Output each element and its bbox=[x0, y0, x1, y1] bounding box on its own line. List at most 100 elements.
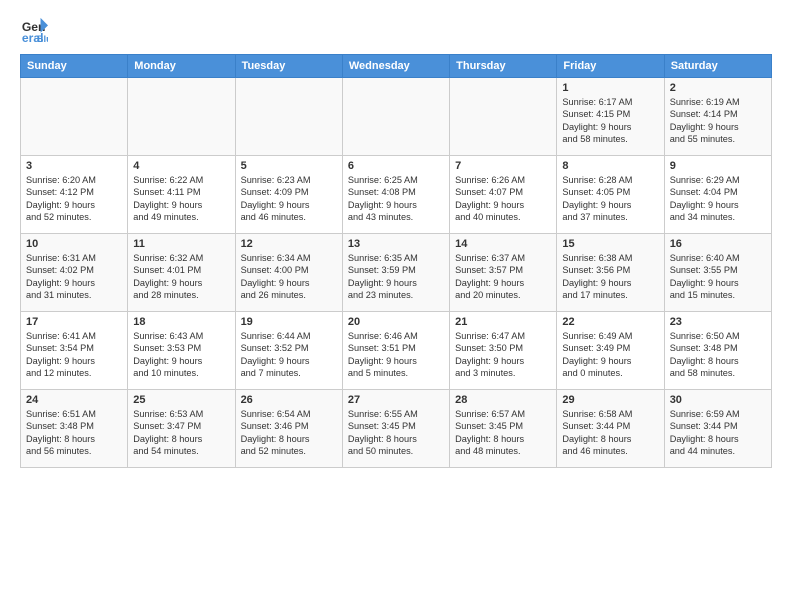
day-number: 8 bbox=[562, 160, 658, 172]
logo-icon: Gen eral Blue bbox=[20, 16, 48, 44]
calendar-cell: 16 Sunrise: 6:40 AM Sunset: 3:55 PM Dayli… bbox=[664, 234, 771, 312]
day-info: Sunrise: 6:19 AM Sunset: 4:14 PM Dayligh… bbox=[670, 96, 766, 146]
day-number: 21 bbox=[455, 316, 551, 328]
day-number: 1 bbox=[562, 82, 658, 94]
calendar-cell: 19Sunrise: 6:44 AM Sunset: 3:52 PM Dayli… bbox=[235, 312, 342, 390]
calendar-cell: 22Sunrise: 6:49 AM Sunset: 3:49 PM Dayli… bbox=[557, 312, 664, 390]
day-number: 14 bbox=[455, 238, 551, 250]
header: Gen eral Blue bbox=[20, 16, 772, 44]
day-number: 29 bbox=[562, 394, 658, 406]
day-info: Sunrise: 6:26 AM Sunset: 4:07 PM Dayligh… bbox=[455, 174, 551, 224]
day-number: 2 bbox=[670, 82, 766, 94]
calendar-cell bbox=[342, 78, 449, 156]
calendar-cell: 10Sunrise: 6:31 AM Sunset: 4:02 PM Dayli… bbox=[21, 234, 128, 312]
day-info: Sunrise: 6:31 AM Sunset: 4:02 PM Dayligh… bbox=[26, 252, 122, 302]
day-info: Sunrise: 6:37 AM Sunset: 3:57 PM Dayligh… bbox=[455, 252, 551, 302]
calendar-cell: 29 Sunrise: 6:58 AM Sunset: 3:44 PM Dayli… bbox=[557, 390, 664, 468]
calendar-cell: 27 Sunrise: 6:55 AM Sunset: 3:45 PM Dayli… bbox=[342, 390, 449, 468]
header-saturday: Saturday bbox=[664, 55, 771, 78]
header-wednesday: Wednesday bbox=[342, 55, 449, 78]
day-info: Sunrise: 6:43 AM Sunset: 3:53 PM Dayligh… bbox=[133, 330, 229, 380]
day-info: Sunrise: 6:55 AM Sunset: 3:45 PM Dayligh… bbox=[348, 408, 444, 458]
day-number: 15 bbox=[562, 238, 658, 250]
day-info: Sunrise: 6:58 AM Sunset: 3:44 PM Dayligh… bbox=[562, 408, 658, 458]
calendar-cell: 2 Sunrise: 6:19 AM Sunset: 4:14 PM Daylig… bbox=[664, 78, 771, 156]
calendar-cell: 24 Sunrise: 6:51 AM Sunset: 3:48 PM Dayli… bbox=[21, 390, 128, 468]
svg-text:Blue: Blue bbox=[37, 34, 48, 44]
day-number: 19 bbox=[241, 316, 337, 328]
header-sunday: Sunday bbox=[21, 55, 128, 78]
calendar-cell: 11 Sunrise: 6:32 AM Sunset: 4:01 PM Dayli… bbox=[128, 234, 235, 312]
day-info: Sunrise: 6:41 AM Sunset: 3:54 PM Dayligh… bbox=[26, 330, 122, 380]
day-number: 25 bbox=[133, 394, 229, 406]
calendar-cell: 13 Sunrise: 6:35 AM Sunset: 3:59 PM Dayli… bbox=[342, 234, 449, 312]
day-number: 5 bbox=[241, 160, 337, 172]
day-info: Sunrise: 6:38 AM Sunset: 3:56 PM Dayligh… bbox=[562, 252, 658, 302]
day-number: 28 bbox=[455, 394, 551, 406]
calendar-cell: 21 Sunrise: 6:47 AM Sunset: 3:50 PM Dayli… bbox=[450, 312, 557, 390]
day-info: Sunrise: 6:29 AM Sunset: 4:04 PM Dayligh… bbox=[670, 174, 766, 224]
day-info: Sunrise: 6:35 AM Sunset: 3:59 PM Dayligh… bbox=[348, 252, 444, 302]
day-info: Sunrise: 6:32 AM Sunset: 4:01 PM Dayligh… bbox=[133, 252, 229, 302]
header-friday: Friday bbox=[557, 55, 664, 78]
calendar-cell: 8 Sunrise: 6:28 AM Sunset: 4:05 PM Daylig… bbox=[557, 156, 664, 234]
day-number: 12 bbox=[241, 238, 337, 250]
calendar-cell: 14 Sunrise: 6:37 AM Sunset: 3:57 PM Dayli… bbox=[450, 234, 557, 312]
day-info: Sunrise: 6:40 AM Sunset: 3:55 PM Dayligh… bbox=[670, 252, 766, 302]
day-number: 24 bbox=[26, 394, 122, 406]
day-info: Sunrise: 6:47 AM Sunset: 3:50 PM Dayligh… bbox=[455, 330, 551, 380]
calendar-cell: 7Sunrise: 6:26 AM Sunset: 4:07 PM Daylig… bbox=[450, 156, 557, 234]
day-info: Sunrise: 6:57 AM Sunset: 3:45 PM Dayligh… bbox=[455, 408, 551, 458]
calendar-cell: 17 Sunrise: 6:41 AM Sunset: 3:54 PM Dayli… bbox=[21, 312, 128, 390]
calendar-cell: 4Sunrise: 6:22 AM Sunset: 4:11 PM Daylig… bbox=[128, 156, 235, 234]
day-number: 6 bbox=[348, 160, 444, 172]
calendar-cell: 28 Sunrise: 6:57 AM Sunset: 3:45 PM Dayli… bbox=[450, 390, 557, 468]
day-info: Sunrise: 6:59 AM Sunset: 3:44 PM Dayligh… bbox=[670, 408, 766, 458]
week-row-4: 24 Sunrise: 6:51 AM Sunset: 3:48 PM Dayli… bbox=[21, 390, 772, 468]
day-info: Sunrise: 6:46 AM Sunset: 3:51 PM Dayligh… bbox=[348, 330, 444, 380]
day-info: Sunrise: 6:50 AM Sunset: 3:48 PM Dayligh… bbox=[670, 330, 766, 380]
day-number: 11 bbox=[133, 238, 229, 250]
calendar-cell: 20 Sunrise: 6:46 AM Sunset: 3:51 PM Dayli… bbox=[342, 312, 449, 390]
day-number: 27 bbox=[348, 394, 444, 406]
calendar-cell: 15 Sunrise: 6:38 AM Sunset: 3:56 PM Dayli… bbox=[557, 234, 664, 312]
calendar-cell bbox=[21, 78, 128, 156]
day-number: 3 bbox=[26, 160, 122, 172]
day-info: Sunrise: 6:22 AM Sunset: 4:11 PM Dayligh… bbox=[133, 174, 229, 224]
calendar-cell: 5 Sunrise: 6:23 AM Sunset: 4:09 PM Daylig… bbox=[235, 156, 342, 234]
calendar-cell: 12 Sunrise: 6:34 AM Sunset: 4:00 PM Dayli… bbox=[235, 234, 342, 312]
day-info: Sunrise: 6:53 AM Sunset: 3:47 PM Dayligh… bbox=[133, 408, 229, 458]
day-number: 17 bbox=[26, 316, 122, 328]
calendar-cell bbox=[128, 78, 235, 156]
calendar-cell: 1 Sunrise: 6:17 AM Sunset: 4:15 PM Daylig… bbox=[557, 78, 664, 156]
day-number: 9 bbox=[670, 160, 766, 172]
header-thursday: Thursday bbox=[450, 55, 557, 78]
day-info: Sunrise: 6:28 AM Sunset: 4:05 PM Dayligh… bbox=[562, 174, 658, 224]
page: Gen eral Blue SundayMondayTuesdayWednesd… bbox=[0, 0, 792, 612]
week-row-3: 17 Sunrise: 6:41 AM Sunset: 3:54 PM Dayli… bbox=[21, 312, 772, 390]
day-info: Sunrise: 6:25 AM Sunset: 4:08 PM Dayligh… bbox=[348, 174, 444, 224]
calendar-cell: 6 Sunrise: 6:25 AM Sunset: 4:08 PM Daylig… bbox=[342, 156, 449, 234]
calendar-table: SundayMondayTuesdayWednesdayThursdayFrid… bbox=[20, 54, 772, 468]
day-number: 20 bbox=[348, 316, 444, 328]
week-row-0: 1 Sunrise: 6:17 AM Sunset: 4:15 PM Daylig… bbox=[21, 78, 772, 156]
day-number: 22 bbox=[562, 316, 658, 328]
day-info: Sunrise: 6:23 AM Sunset: 4:09 PM Dayligh… bbox=[241, 174, 337, 224]
header-monday: Monday bbox=[128, 55, 235, 78]
calendar-cell: 26Sunrise: 6:54 AM Sunset: 3:46 PM Dayli… bbox=[235, 390, 342, 468]
day-info: Sunrise: 6:17 AM Sunset: 4:15 PM Dayligh… bbox=[562, 96, 658, 146]
day-info: Sunrise: 6:34 AM Sunset: 4:00 PM Dayligh… bbox=[241, 252, 337, 302]
day-number: 16 bbox=[670, 238, 766, 250]
calendar-cell: 18 Sunrise: 6:43 AM Sunset: 3:53 PM Dayli… bbox=[128, 312, 235, 390]
calendar-cell: 9 Sunrise: 6:29 AM Sunset: 4:04 PM Daylig… bbox=[664, 156, 771, 234]
day-number: 18 bbox=[133, 316, 229, 328]
day-info: Sunrise: 6:51 AM Sunset: 3:48 PM Dayligh… bbox=[26, 408, 122, 458]
calendar-header-row: SundayMondayTuesdayWednesdayThursdayFrid… bbox=[21, 55, 772, 78]
day-number: 13 bbox=[348, 238, 444, 250]
calendar-cell: 3 Sunrise: 6:20 AM Sunset: 4:12 PM Daylig… bbox=[21, 156, 128, 234]
week-row-2: 10Sunrise: 6:31 AM Sunset: 4:02 PM Dayli… bbox=[21, 234, 772, 312]
day-number: 23 bbox=[670, 316, 766, 328]
calendar-cell: 25 Sunrise: 6:53 AM Sunset: 3:47 PM Dayli… bbox=[128, 390, 235, 468]
calendar-cell: 30Sunrise: 6:59 AM Sunset: 3:44 PM Dayli… bbox=[664, 390, 771, 468]
day-info: Sunrise: 6:20 AM Sunset: 4:12 PM Dayligh… bbox=[26, 174, 122, 224]
